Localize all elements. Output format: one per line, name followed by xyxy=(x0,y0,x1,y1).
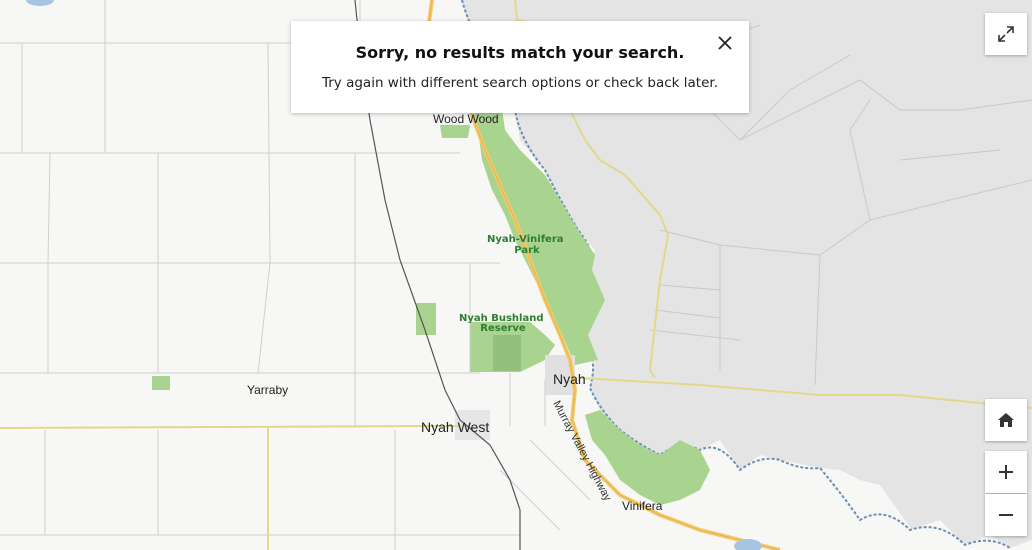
park-bushland-inner xyxy=(493,335,521,371)
home-icon xyxy=(997,411,1015,429)
park-patch-yarraby xyxy=(152,376,170,390)
park-patch xyxy=(416,303,436,335)
close-icon[interactable] xyxy=(715,33,735,53)
minus-icon xyxy=(997,506,1015,524)
fullscreen-button[interactable] xyxy=(985,13,1027,55)
label-yarraby: Yarraby xyxy=(247,383,288,397)
label-nyah-west: Nyah West xyxy=(421,419,489,435)
alert-message: Try again with different search options … xyxy=(321,75,719,91)
park-wood-wood xyxy=(440,125,470,138)
label-wood-wood: Wood Wood xyxy=(433,112,499,126)
home-button[interactable] xyxy=(985,399,1027,441)
alert-title: Sorry, no results match your search. xyxy=(355,43,685,62)
label-vinifera: Vinifera xyxy=(622,499,663,513)
zoom-out-button[interactable] xyxy=(985,494,1027,536)
zoom-in-button[interactable] xyxy=(985,451,1027,493)
expand-icon xyxy=(996,24,1016,44)
label-nyah: Nyah xyxy=(553,371,586,387)
plus-icon xyxy=(997,463,1015,481)
no-results-alert: Sorry, no results match your search. Try… xyxy=(291,21,749,113)
